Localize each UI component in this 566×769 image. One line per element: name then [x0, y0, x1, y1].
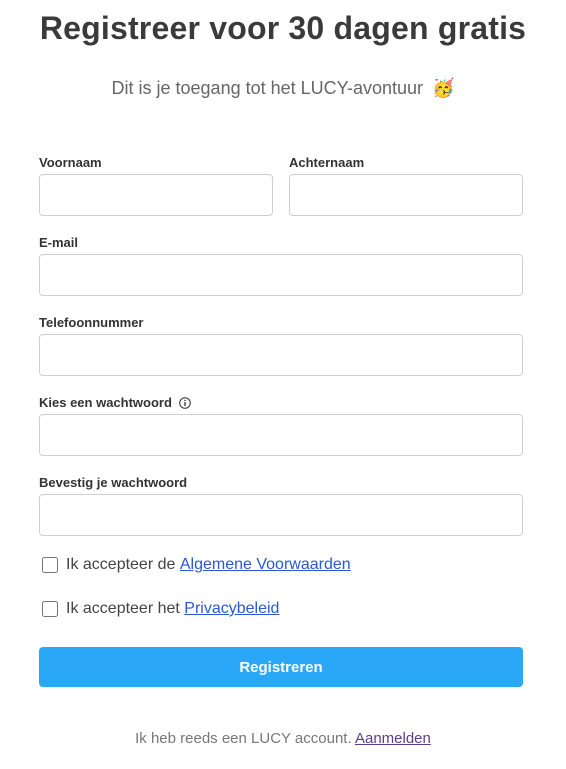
password-input[interactable]	[39, 414, 523, 456]
first-name-label: Voornaam	[39, 155, 102, 170]
email-label: E-mail	[39, 235, 79, 250]
terms-checkbox[interactable]	[42, 557, 58, 573]
confirm-password-input[interactable]	[39, 494, 523, 536]
register-button[interactable]: Registreren	[39, 647, 523, 687]
terms-row: Ik accepteer de Algemene Voorwaarden	[42, 556, 351, 574]
privacy-checkbox[interactable]	[42, 601, 58, 617]
phone-input[interactable]	[39, 334, 523, 376]
password-label: Kies een wachtwoord	[39, 395, 172, 410]
privacy-link[interactable]: Privacybeleid	[184, 600, 279, 618]
login-link[interactable]: Aanmelden	[355, 730, 431, 747]
page-title: Registreer voor 30 dagen gratis	[39, 10, 527, 46]
phone-label: Telefoonnummer	[39, 315, 144, 330]
first-name-input[interactable]	[39, 174, 273, 216]
info-circle-icon[interactable]	[178, 397, 191, 409]
privacy-row: Ik accepteer het Privacybeleid	[42, 600, 279, 618]
password-label-row: Kies een wachtwoord	[39, 395, 191, 410]
login-prompt-text: Ik heb reeds een LUCY account.	[135, 730, 352, 747]
terms-prefix: Ik accepteer de	[66, 556, 176, 573]
party-face-icon: 🥳	[432, 78, 455, 98]
page-subtitle: Dit is je toegang tot het LUCY-avontuur …	[0, 78, 566, 99]
email-input[interactable]	[39, 254, 523, 296]
last-name-label: Achternaam	[289, 155, 365, 170]
privacy-prefix: Ik accepteer het	[66, 600, 180, 617]
terms-link[interactable]: Algemene Voorwaarden	[180, 556, 351, 574]
subtitle-text: Dit is je toegang tot het LUCY-avontuur	[111, 78, 424, 98]
login-prompt: Ik heb reeds een LUCY account. Aanmelden	[0, 730, 566, 747]
last-name-input[interactable]	[289, 174, 523, 216]
confirm-password-label: Bevestig je wachtwoord	[39, 475, 188, 490]
